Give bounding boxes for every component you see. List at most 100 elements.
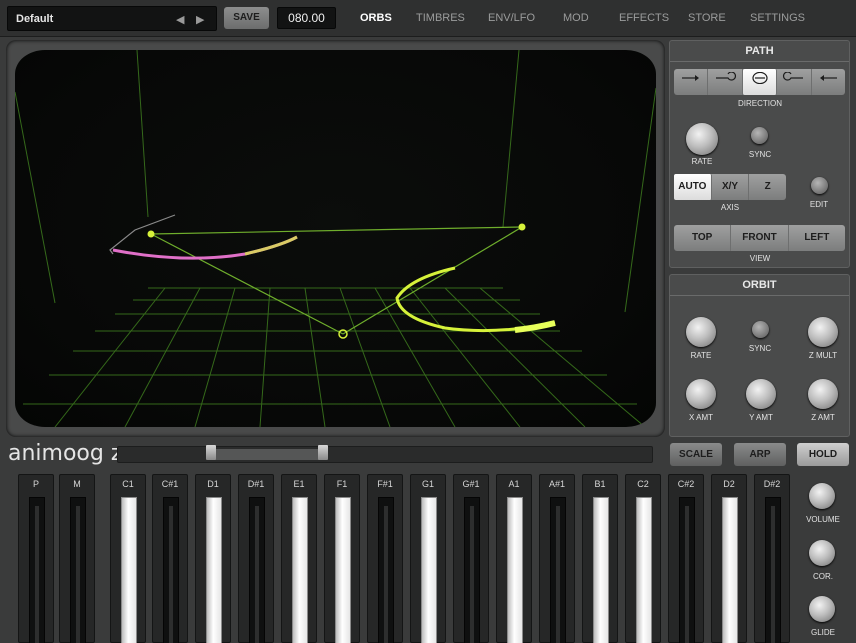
key-thumb (35, 506, 39, 643)
key-mod[interactable]: M (59, 474, 95, 643)
prev-preset-icon[interactable]: ◀ (176, 13, 184, 26)
volume-knob[interactable] (809, 483, 835, 509)
path-rate-label: RATE (691, 157, 713, 166)
axis-xy[interactable]: X/Y (712, 174, 750, 200)
tab-orbs[interactable]: ORBS (360, 12, 392, 24)
direction-backward[interactable] (812, 69, 845, 95)
key-thumb (685, 506, 689, 643)
glide-label: GLIDE (810, 628, 835, 637)
direction-loop-both[interactable] (742, 69, 778, 95)
key-gsharp1[interactable]: G#1 (453, 474, 489, 643)
key-thumb (384, 506, 388, 643)
key-d1[interactable]: D1 (195, 474, 231, 643)
divider (670, 61, 849, 62)
key-asharp1[interactable]: A#1 (539, 474, 575, 643)
tab-mod[interactable]: MOD (563, 12, 589, 24)
key-label: E1 (293, 479, 305, 489)
volume-label: VOLUME (806, 515, 840, 524)
direction-label: DIRECTION (738, 99, 782, 108)
key-slot (335, 497, 351, 643)
key-thumb (771, 506, 775, 643)
mod-range-strip[interactable] (117, 445, 653, 463)
key-label: B1 (594, 479, 606, 489)
edit-label: EDIT (809, 200, 829, 209)
key-label: C#1 (161, 479, 179, 489)
key-slot (163, 497, 179, 643)
mod-range-handle-right[interactable] (318, 445, 328, 460)
key-slot (378, 497, 394, 643)
key-d2[interactable]: D2 (711, 474, 747, 643)
axis-selector[interactable]: AUTO X/Y Z (674, 174, 786, 200)
view-front[interactable]: FRONT (731, 225, 789, 251)
key-pitch[interactable]: P (18, 474, 54, 643)
path-sync-button[interactable] (751, 127, 768, 144)
key-f1[interactable]: F1 (324, 474, 360, 643)
tab-effects[interactable]: EFFECTS (619, 12, 669, 24)
key-thumb (470, 506, 474, 643)
y-amt-label: Y AMT (749, 413, 773, 422)
key-slot (421, 497, 437, 643)
direction-selector[interactable] (674, 69, 845, 95)
path-rate-knob[interactable] (686, 123, 718, 155)
key-c1[interactable]: C1 (110, 474, 146, 643)
tab-settings[interactable]: SETTINGS (750, 12, 805, 24)
x-amt-knob[interactable] (686, 379, 716, 409)
key-slot (550, 497, 566, 643)
key-slot (679, 497, 695, 643)
preset-selector[interactable]: Default ◀ ▶ (7, 6, 217, 31)
key-thumb (169, 506, 173, 643)
key-csharp2[interactable]: C#2 (668, 474, 704, 643)
next-preset-icon[interactable]: ▶ (196, 13, 204, 26)
axis-z[interactable]: Z (749, 174, 786, 200)
correction-knob[interactable] (809, 540, 835, 566)
scale-button[interactable]: SCALE (670, 443, 722, 466)
view-selector[interactable]: TOP FRONT LEFT (674, 225, 845, 251)
direction-forward[interactable] (674, 69, 709, 95)
key-c2[interactable]: C2 (625, 474, 661, 643)
key-label: D2 (723, 479, 735, 489)
key-slot (29, 497, 45, 643)
key-fsharp1[interactable]: F#1 (367, 474, 403, 643)
key-dsharp2[interactable]: D#2 (754, 474, 790, 643)
y-amt-knob[interactable] (746, 379, 776, 409)
orbit-sync-label: SYNC (748, 344, 772, 353)
x-amt-label: X AMT (688, 413, 713, 422)
key-dsharp1[interactable]: D#1 (238, 474, 274, 643)
orbit-sync-button[interactable] (752, 321, 769, 338)
save-button[interactable]: SAVE (224, 7, 269, 29)
axis-auto[interactable]: AUTO (674, 174, 712, 200)
key-g1[interactable]: G1 (410, 474, 446, 643)
tab-store[interactable]: STORE (688, 12, 726, 24)
edit-button[interactable] (811, 177, 828, 194)
loop-right-icon (716, 71, 737, 81)
key-label: G#1 (462, 479, 480, 489)
orbit-title: ORBIT (742, 279, 777, 291)
z-amt-knob[interactable] (808, 379, 838, 409)
glide-knob[interactable] (809, 596, 835, 622)
key-slot (507, 497, 523, 643)
key-label: M (73, 479, 81, 489)
key-csharp1[interactable]: C#1 (152, 474, 188, 643)
direction-loop-forward[interactable] (708, 69, 743, 95)
tab-timbres[interactable]: TIMBRES (416, 12, 465, 24)
direction-loop-backward[interactable] (777, 69, 812, 95)
z-mult-knob[interactable] (808, 317, 838, 347)
key-b1[interactable]: B1 (582, 474, 618, 643)
mod-range-handle-left[interactable] (206, 445, 216, 460)
path-panel: PATH DIRECTION RATE SYNC AUTO X/Y Z AXIS… (669, 40, 850, 268)
key-slot (722, 497, 738, 643)
orbit-rate-knob[interactable] (686, 317, 716, 347)
arp-button[interactable]: ARP (734, 443, 786, 466)
key-a1[interactable]: A1 (496, 474, 532, 643)
bpm-display[interactable]: 080.00 (277, 7, 336, 29)
view-top[interactable]: TOP (674, 225, 732, 251)
hold-button[interactable]: HOLD (797, 443, 849, 466)
tab-env-lfo[interactable]: ENV/LFO (488, 12, 535, 24)
arrow-left-icon (820, 75, 838, 81)
key-thumb (76, 506, 80, 643)
view-left[interactable]: LEFT (789, 225, 845, 251)
key-label: G1 (421, 479, 434, 489)
key-label: D#2 (763, 479, 781, 489)
orb-visualizer[interactable] (15, 50, 656, 427)
key-e1[interactable]: E1 (281, 474, 317, 643)
